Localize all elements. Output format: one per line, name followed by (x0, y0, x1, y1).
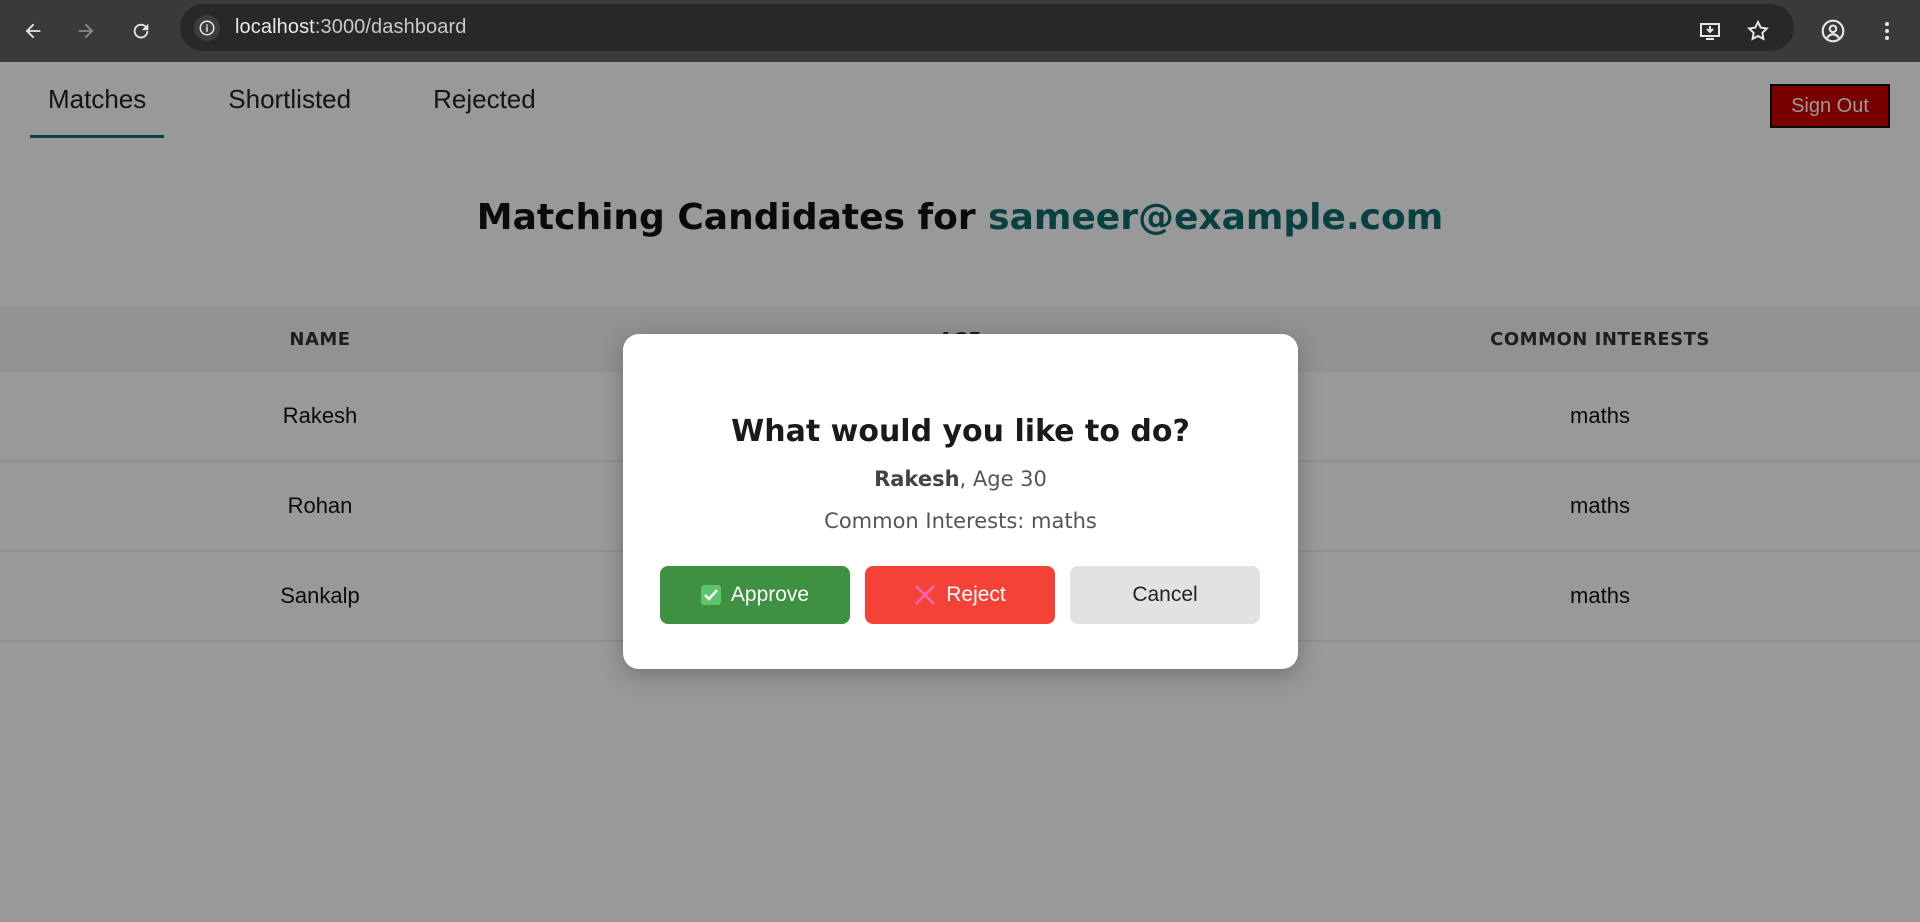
url-host: localhost (235, 16, 315, 38)
dialog-common-interests: Common Interests: maths (824, 509, 1097, 533)
menu-dots-icon[interactable] (1867, 11, 1907, 51)
browser-toolbar: localhost:3000/dashboard (0, 0, 1920, 62)
dialog-candidate-info: Rakesh, Age 30 (623, 467, 1298, 491)
cross-icon (914, 584, 936, 606)
address-bar[interactable]: localhost:3000/dashboard (180, 4, 1794, 51)
dialog-title: What would you like to do? (731, 414, 1190, 449)
site-info-icon[interactable] (194, 15, 220, 41)
action-dialog: What would you like to do? Rakesh, Age 3… (623, 334, 1298, 669)
url-path: :3000/dashboard (314, 16, 467, 38)
candidate-name: Rakesh (874, 467, 960, 491)
profile-icon[interactable] (1813, 11, 1853, 51)
star-icon[interactable] (1738, 11, 1778, 51)
reload-icon[interactable] (121, 11, 161, 51)
approve-label: Approve (730, 583, 810, 606)
url-text: localhost:3000/dashboard (235, 16, 466, 39)
reject-label: Reject (946, 583, 1006, 606)
back-arrow-icon[interactable] (13, 11, 53, 51)
forward-arrow-icon[interactable] (66, 11, 106, 51)
approve-button[interactable]: Approve (660, 566, 850, 624)
install-app-icon[interactable] (1690, 11, 1730, 51)
candidate-age: , Age 30 (959, 467, 1047, 491)
check-box-icon (700, 585, 721, 605)
cancel-button[interactable]: Cancel (1070, 566, 1260, 624)
reject-button[interactable]: Reject (865, 566, 1055, 624)
